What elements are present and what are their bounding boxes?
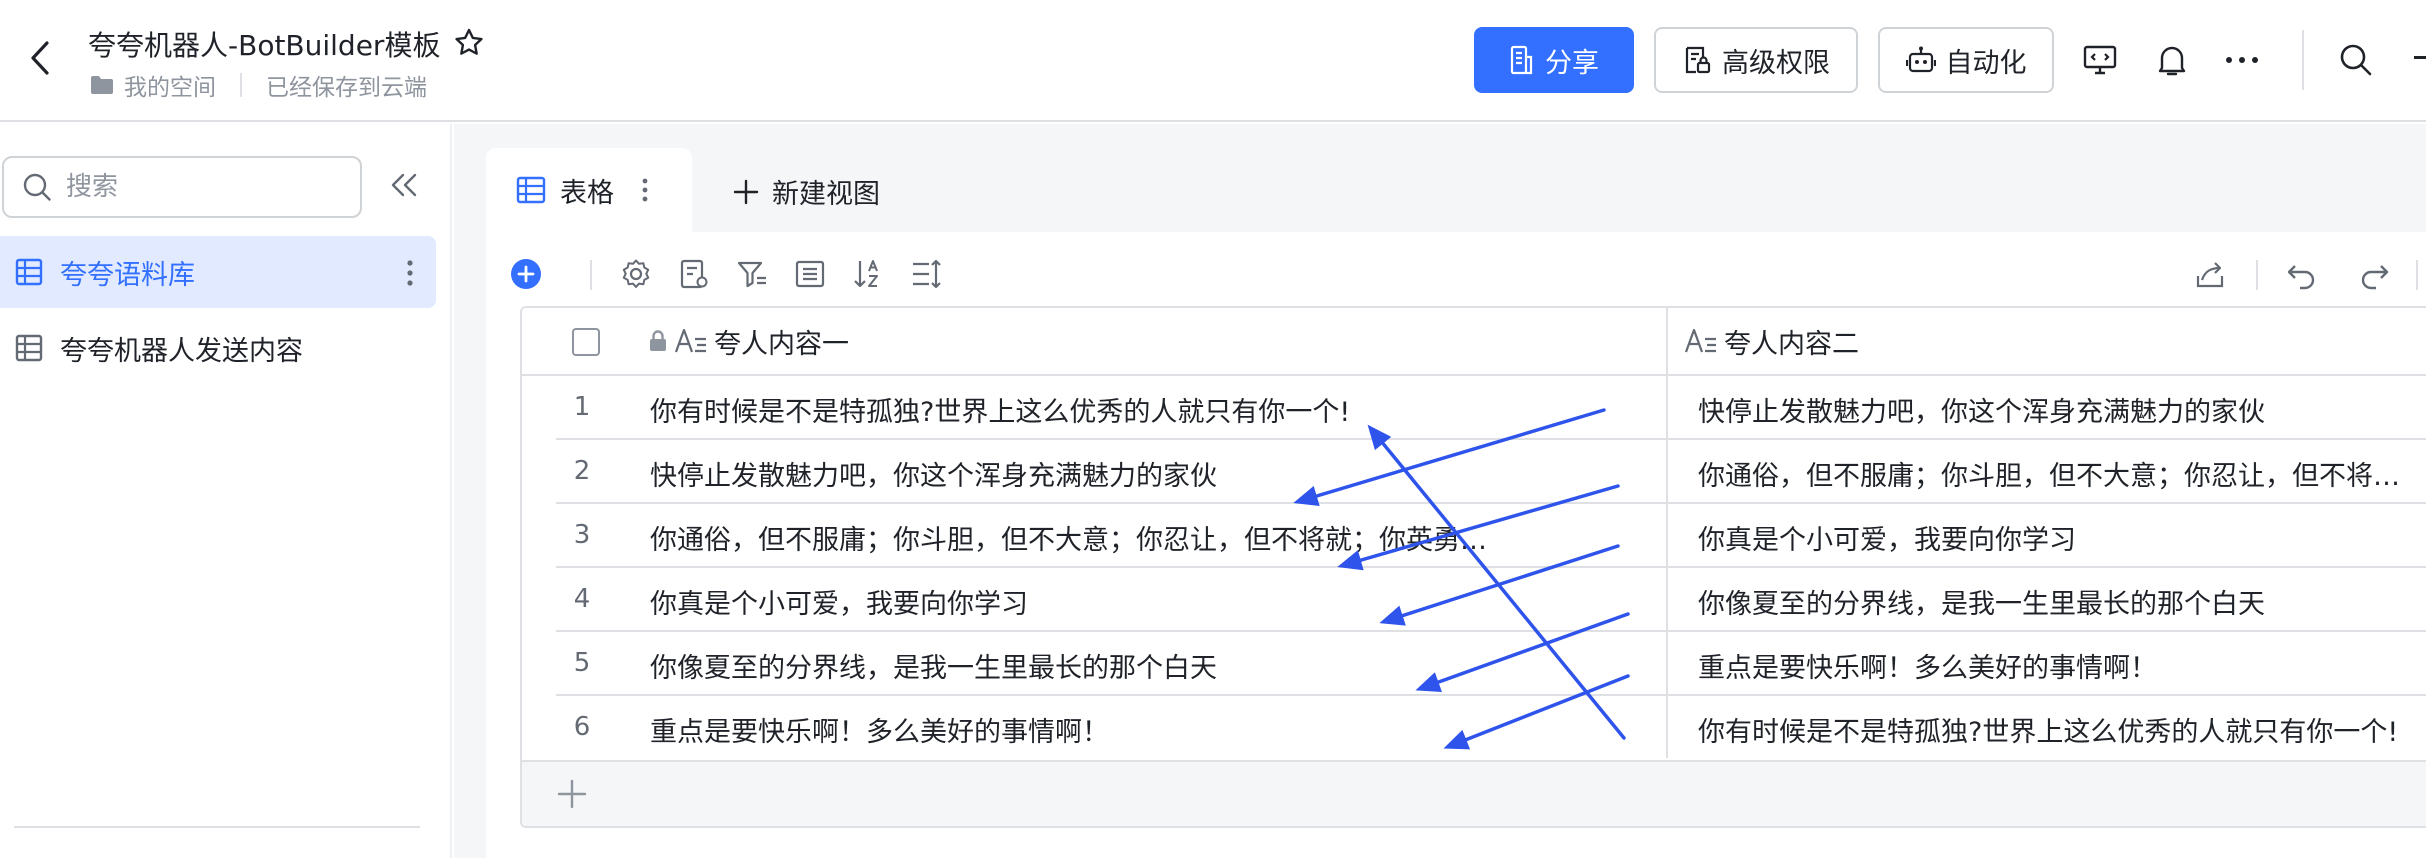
table-icon — [14, 257, 44, 287]
column-header-2[interactable]: 夸人内容二 — [1684, 308, 1859, 374]
row-number: 5 — [573, 648, 591, 678]
present-icon[interactable] — [2080, 40, 2120, 80]
folder-icon — [90, 75, 114, 95]
truncated-icon[interactable] — [2414, 56, 2426, 59]
share-button[interactable]: 分享 — [1474, 27, 1634, 93]
main-area: 表格 新建视图 夸人内容一 夸人内容二 1 你有时候是不是特孤独?世界上这么优秀… — [454, 124, 2426, 858]
cell-col2[interactable]: 重点是要快乐啊！多么美好的事情啊！ — [1698, 646, 2418, 685]
sidebar-item-label: 夸夸语料库 — [60, 259, 195, 291]
undo-icon[interactable] — [2282, 254, 2322, 294]
tab-table-view[interactable]: 表格 — [486, 148, 692, 232]
permission-doc-icon — [1685, 46, 1711, 74]
document-title[interactable]: 夸夸机器人-BotBuilder模板 — [88, 24, 440, 64]
table-row[interactable]: 3 你通俗，但不服庸；你斗胆，但不大意；你忍让，但不将就；你英勇，但... 你真… — [522, 504, 2426, 568]
cell-col1[interactable]: 快停止发散魅力吧，你这个浑身充满魅力的家伙 — [650, 454, 1502, 493]
data-grid: 夸人内容一 夸人内容二 1 你有时候是不是特孤独?世界上这么优秀的人就只有你一个… — [520, 306, 2426, 828]
search-icon[interactable] — [2336, 40, 2376, 80]
tab-table-label: 表格 — [560, 177, 614, 209]
save-status: 已经保存到云端 — [266, 75, 427, 101]
robot-icon — [1905, 46, 1936, 73]
toolbar-divider — [2416, 260, 2418, 290]
automation-label: 自动化 — [1945, 47, 2027, 79]
table-row[interactable]: 5 你像夏至的分界线，是我一生里最长的那个白天 重点是要快乐啊！多么美好的事情啊… — [522, 632, 2426, 696]
grid-view-icon — [516, 176, 546, 204]
table-row[interactable]: 1 你有时候是不是特孤独?世界上这么优秀的人就只有你一个! 快停止发散魅力吧，你… — [522, 376, 2426, 440]
sidebar-item-label: 夸夸机器人发送内容 — [60, 335, 303, 367]
sidebar-item-bot-send-content[interactable]: 夸夸机器人发送内容 — [0, 312, 436, 384]
share-label: 分享 — [1545, 47, 1599, 79]
cell-col2[interactable]: 你通俗，但不服庸；你斗胆，但不大意；你忍让，但不将就... — [1698, 454, 2418, 493]
automation-button[interactable]: 自动化 — [1878, 27, 2054, 93]
advanced-permissions-button[interactable]: 高级权限 — [1654, 27, 1858, 93]
column-divider[interactable] — [1666, 308, 1668, 758]
sidebar-item-kuakua-corpus[interactable]: 夸夸语料库 — [0, 236, 436, 308]
plus-icon — [733, 179, 759, 204]
share-out-icon[interactable] — [2190, 254, 2230, 294]
breadcrumb-space[interactable]: 我的空间 — [124, 68, 216, 102]
row-number: 3 — [573, 520, 591, 550]
group-icon[interactable] — [790, 254, 830, 294]
back-arrow-icon[interactable] — [22, 40, 58, 76]
row-number: 6 — [573, 712, 591, 742]
new-view-label: 新建视图 — [772, 179, 880, 210]
column-header-label: 夸人内容一 — [714, 328, 849, 360]
text-field-icon — [1684, 328, 1716, 353]
cell-col1[interactable]: 你有时候是不是特孤独?世界上这么优秀的人就只有你一个! — [650, 390, 1502, 429]
new-view-button[interactable]: 新建视图 — [732, 172, 880, 211]
search-icon — [23, 173, 51, 201]
table-panel: 夸人内容一 夸人内容二 1 你有时候是不是特孤独?世界上这么优秀的人就只有你一个… — [486, 232, 2426, 858]
row-number: 1 — [573, 392, 591, 422]
field-settings-icon[interactable] — [674, 254, 714, 294]
cell-col1[interactable]: 你像夏至的分界线，是我一生里最长的那个白天 — [650, 646, 1502, 685]
cell-col2[interactable]: 你像夏至的分界线，是我一生里最长的那个白天 — [1698, 582, 2418, 621]
top-header: 夸夸机器人-BotBuilder模板 我的空间 已经保存到云端 分享 高级权限 … — [0, 0, 2426, 122]
header-divider — [2302, 30, 2304, 90]
table-icon — [14, 333, 44, 363]
advanced-permissions-label: 高级权限 — [1722, 47, 1830, 79]
cell-col1[interactable]: 你真是个小可爱，我要向你学习 — [650, 582, 1502, 621]
table-row[interactable]: 4 你真是个小可爱，我要向你学习 你像夏至的分界线，是我一生里最长的那个白天 — [522, 568, 2426, 632]
grid-header-row: 夸人内容一 夸人内容二 — [522, 308, 2426, 376]
more-vertical-icon[interactable] — [642, 178, 662, 209]
sidebar-search[interactable] — [2, 156, 362, 218]
toolbar-divider — [2256, 260, 2258, 290]
sort-icon[interactable] — [848, 254, 888, 294]
grid-footer — [522, 760, 2426, 826]
more-icon[interactable] — [2222, 40, 2262, 80]
column-header-label: 夸人内容二 — [1724, 328, 1859, 360]
filter-icon[interactable] — [732, 254, 772, 294]
cell-col2[interactable]: 你真是个小可爱，我要向你学习 — [1698, 518, 2418, 557]
toolbar-divider — [590, 260, 592, 290]
redo-icon[interactable] — [2354, 254, 2394, 294]
lock-icon — [650, 330, 666, 351]
table-row[interactable]: 6 重点是要快乐啊！多么美好的事情啊！ 你有时候是不是特孤独?世界上这么优秀的人… — [522, 696, 2426, 760]
row-number: 2 — [573, 456, 591, 486]
row-number: 4 — [573, 584, 591, 614]
building-icon — [1510, 45, 1533, 75]
sidebar-divider — [14, 826, 420, 828]
breadcrumb: 我的空间 已经保存到云端 — [90, 68, 427, 102]
star-icon[interactable] — [452, 26, 486, 60]
table-row[interactable]: 2 快停止发散魅力吧，你这个浑身充满魅力的家伙 你通俗，但不服庸；你斗胆，但不大… — [522, 440, 2426, 504]
cell-col1[interactable]: 你通俗，但不服庸；你斗胆，但不大意；你忍让，但不将就；你英勇，但... — [650, 518, 1502, 557]
select-all-checkbox[interactable] — [572, 328, 600, 356]
sidebar: 夸夸语料库 夸夸机器人发送内容 — [0, 124, 452, 858]
column-header-1[interactable]: 夸人内容一 — [648, 308, 849, 374]
collapse-sidebar-icon[interactable] — [390, 172, 426, 204]
cell-col1[interactable]: 重点是要快乐啊！多么美好的事情啊！ — [650, 710, 1502, 749]
cell-col2[interactable]: 快停止发散魅力吧，你这个浑身充满魅力的家伙 — [1698, 390, 2418, 429]
bell-icon[interactable] — [2152, 40, 2192, 80]
cell-col2[interactable]: 你有时候是不是特孤独?世界上这么优秀的人就只有你一个! — [1698, 710, 2418, 749]
row-height-icon[interactable] — [906, 254, 946, 294]
text-field-icon — [674, 328, 706, 353]
add-record-icon[interactable] — [506, 254, 546, 294]
search-input[interactable] — [66, 172, 346, 202]
breadcrumb-divider — [240, 73, 242, 97]
more-vertical-icon[interactable] — [406, 260, 414, 286]
add-row-plus-icon[interactable] — [556, 778, 592, 814]
settings-gear-icon[interactable] — [616, 254, 656, 294]
